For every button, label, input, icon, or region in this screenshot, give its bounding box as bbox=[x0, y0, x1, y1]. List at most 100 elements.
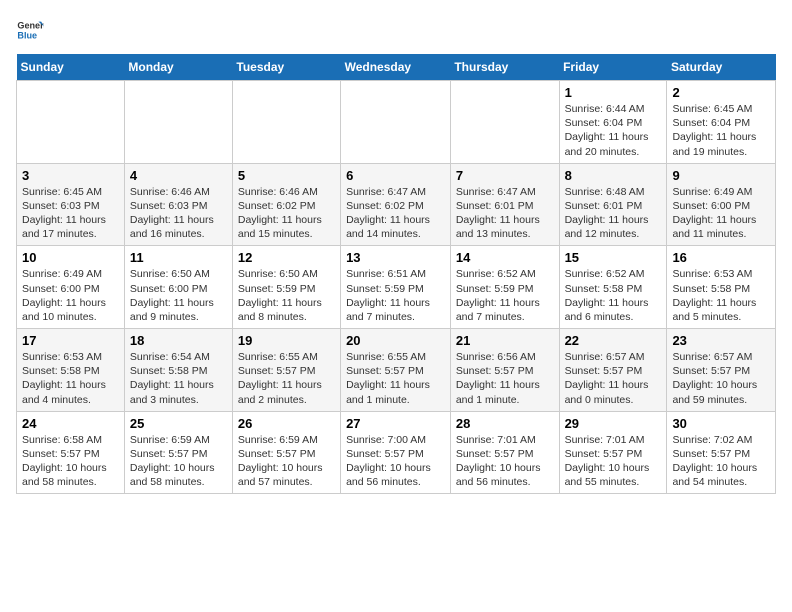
calendar-cell: 12 Sunrise: 6:50 AM Sunset: 5:59 PM Dayli… bbox=[232, 246, 340, 329]
day-number: 12 bbox=[238, 250, 335, 265]
calendar-cell: 18 Sunrise: 6:54 AM Sunset: 5:58 PM Dayli… bbox=[124, 329, 232, 412]
calendar-week-row: 3 Sunrise: 6:45 AM Sunset: 6:03 PM Daylig… bbox=[17, 163, 776, 246]
day-number: 29 bbox=[565, 416, 662, 431]
day-info: Sunrise: 6:51 AM Sunset: 5:59 PM Dayligh… bbox=[346, 267, 445, 324]
calendar-table: SundayMondayTuesdayWednesdayThursdayFrid… bbox=[16, 54, 776, 494]
day-number: 4 bbox=[130, 168, 227, 183]
calendar-cell: 2 Sunrise: 6:45 AM Sunset: 6:04 PM Daylig… bbox=[667, 81, 776, 164]
day-number: 16 bbox=[672, 250, 770, 265]
calendar-cell bbox=[17, 81, 125, 164]
calendar-week-row: 17 Sunrise: 6:53 AM Sunset: 5:58 PM Dayli… bbox=[17, 329, 776, 412]
day-number: 25 bbox=[130, 416, 227, 431]
day-number: 2 bbox=[672, 85, 770, 100]
weekday-header: Saturday bbox=[667, 54, 776, 81]
day-number: 14 bbox=[456, 250, 554, 265]
day-info: Sunrise: 6:47 AM Sunset: 6:02 PM Dayligh… bbox=[346, 185, 445, 242]
calendar-cell: 17 Sunrise: 6:53 AM Sunset: 5:58 PM Dayli… bbox=[17, 329, 125, 412]
calendar-cell: 26 Sunrise: 6:59 AM Sunset: 5:57 PM Dayli… bbox=[232, 411, 340, 494]
calendar-cell: 16Sunrise: 6:53 AM Sunset: 5:58 PM Dayli… bbox=[667, 246, 776, 329]
weekday-header: Tuesday bbox=[232, 54, 340, 81]
calendar-cell: 6 Sunrise: 6:47 AM Sunset: 6:02 PM Daylig… bbox=[341, 163, 451, 246]
calendar-cell: 13Sunrise: 6:51 AM Sunset: 5:59 PM Dayli… bbox=[341, 246, 451, 329]
day-info: Sunrise: 6:46 AM Sunset: 6:03 PM Dayligh… bbox=[130, 185, 227, 242]
day-number: 30 bbox=[672, 416, 770, 431]
page-header: General Blue bbox=[16, 16, 776, 44]
calendar-cell bbox=[450, 81, 559, 164]
calendar-cell: 23 Sunrise: 6:57 AM Sunset: 5:57 PM Dayli… bbox=[667, 329, 776, 412]
calendar-cell: 14 Sunrise: 6:52 AM Sunset: 5:59 PM Dayli… bbox=[450, 246, 559, 329]
weekday-header: Wednesday bbox=[341, 54, 451, 81]
calendar-cell: 15 Sunrise: 6:52 AM Sunset: 5:58 PM Dayli… bbox=[559, 246, 667, 329]
day-info: Sunrise: 6:48 AM Sunset: 6:01 PM Dayligh… bbox=[565, 185, 662, 242]
calendar-cell: 25 Sunrise: 6:59 AM Sunset: 5:57 PM Dayli… bbox=[124, 411, 232, 494]
day-info: Sunrise: 6:55 AM Sunset: 5:57 PM Dayligh… bbox=[346, 350, 445, 407]
day-number: 24 bbox=[22, 416, 119, 431]
day-number: 11 bbox=[130, 250, 227, 265]
logo: General Blue bbox=[16, 16, 44, 44]
calendar-cell bbox=[232, 81, 340, 164]
day-number: 3 bbox=[22, 168, 119, 183]
day-number: 26 bbox=[238, 416, 335, 431]
day-number: 15 bbox=[565, 250, 662, 265]
day-info: Sunrise: 6:54 AM Sunset: 5:58 PM Dayligh… bbox=[130, 350, 227, 407]
calendar-cell: 30 Sunrise: 7:02 AM Sunset: 5:57 PM Dayli… bbox=[667, 411, 776, 494]
calendar-cell: 7 Sunrise: 6:47 AM Sunset: 6:01 PM Daylig… bbox=[450, 163, 559, 246]
calendar-week-row: 1 Sunrise: 6:44 AM Sunset: 6:04 PM Daylig… bbox=[17, 81, 776, 164]
calendar-cell: 29Sunrise: 7:01 AM Sunset: 5:57 PM Dayli… bbox=[559, 411, 667, 494]
day-info: Sunrise: 6:55 AM Sunset: 5:57 PM Dayligh… bbox=[238, 350, 335, 407]
day-info: Sunrise: 7:02 AM Sunset: 5:57 PM Dayligh… bbox=[672, 433, 770, 490]
day-number: 8 bbox=[565, 168, 662, 183]
day-info: Sunrise: 6:50 AM Sunset: 6:00 PM Dayligh… bbox=[130, 267, 227, 324]
day-number: 17 bbox=[22, 333, 119, 348]
calendar-cell: 20Sunrise: 6:55 AM Sunset: 5:57 PM Dayli… bbox=[341, 329, 451, 412]
weekday-header: Thursday bbox=[450, 54, 559, 81]
day-info: Sunrise: 6:57 AM Sunset: 5:57 PM Dayligh… bbox=[672, 350, 770, 407]
day-number: 28 bbox=[456, 416, 554, 431]
day-info: Sunrise: 6:47 AM Sunset: 6:01 PM Dayligh… bbox=[456, 185, 554, 242]
day-info: Sunrise: 6:59 AM Sunset: 5:57 PM Dayligh… bbox=[238, 433, 335, 490]
day-info: Sunrise: 6:44 AM Sunset: 6:04 PM Dayligh… bbox=[565, 102, 662, 159]
day-number: 9 bbox=[672, 168, 770, 183]
day-number: 6 bbox=[346, 168, 445, 183]
calendar-cell: 11 Sunrise: 6:50 AM Sunset: 6:00 PM Dayli… bbox=[124, 246, 232, 329]
day-number: 23 bbox=[672, 333, 770, 348]
day-number: 22 bbox=[565, 333, 662, 348]
day-number: 18 bbox=[130, 333, 227, 348]
day-info: Sunrise: 6:49 AM Sunset: 6:00 PM Dayligh… bbox=[672, 185, 770, 242]
day-number: 21 bbox=[456, 333, 554, 348]
calendar-cell: 9 Sunrise: 6:49 AM Sunset: 6:00 PM Daylig… bbox=[667, 163, 776, 246]
calendar-cell: 5 Sunrise: 6:46 AM Sunset: 6:02 PM Daylig… bbox=[232, 163, 340, 246]
day-info: Sunrise: 6:59 AM Sunset: 5:57 PM Dayligh… bbox=[130, 433, 227, 490]
day-number: 19 bbox=[238, 333, 335, 348]
day-info: Sunrise: 6:46 AM Sunset: 6:02 PM Dayligh… bbox=[238, 185, 335, 242]
calendar-cell bbox=[124, 81, 232, 164]
day-info: Sunrise: 6:49 AM Sunset: 6:00 PM Dayligh… bbox=[22, 267, 119, 324]
day-info: Sunrise: 7:00 AM Sunset: 5:57 PM Dayligh… bbox=[346, 433, 445, 490]
weekday-header: Friday bbox=[559, 54, 667, 81]
calendar-cell bbox=[341, 81, 451, 164]
calendar-cell: 21Sunrise: 6:56 AM Sunset: 5:57 PM Dayli… bbox=[450, 329, 559, 412]
day-number: 1 bbox=[565, 85, 662, 100]
day-number: 5 bbox=[238, 168, 335, 183]
calendar-week-row: 24 Sunrise: 6:58 AM Sunset: 5:57 PM Dayli… bbox=[17, 411, 776, 494]
day-number: 27 bbox=[346, 416, 445, 431]
calendar-header-row: SundayMondayTuesdayWednesdayThursdayFrid… bbox=[17, 54, 776, 81]
svg-text:Blue: Blue bbox=[17, 30, 37, 40]
calendar-cell: 19 Sunrise: 6:55 AM Sunset: 5:57 PM Dayli… bbox=[232, 329, 340, 412]
calendar-cell: 22 Sunrise: 6:57 AM Sunset: 5:57 PM Dayli… bbox=[559, 329, 667, 412]
day-info: Sunrise: 6:58 AM Sunset: 5:57 PM Dayligh… bbox=[22, 433, 119, 490]
day-info: Sunrise: 6:52 AM Sunset: 5:59 PM Dayligh… bbox=[456, 267, 554, 324]
day-info: Sunrise: 6:52 AM Sunset: 5:58 PM Dayligh… bbox=[565, 267, 662, 324]
day-info: Sunrise: 6:45 AM Sunset: 6:04 PM Dayligh… bbox=[672, 102, 770, 159]
weekday-header: Sunday bbox=[17, 54, 125, 81]
calendar-cell: 1 Sunrise: 6:44 AM Sunset: 6:04 PM Daylig… bbox=[559, 81, 667, 164]
calendar-cell: 8 Sunrise: 6:48 AM Sunset: 6:01 PM Daylig… bbox=[559, 163, 667, 246]
day-info: Sunrise: 6:45 AM Sunset: 6:03 PM Dayligh… bbox=[22, 185, 119, 242]
calendar-cell: 10Sunrise: 6:49 AM Sunset: 6:00 PM Dayli… bbox=[17, 246, 125, 329]
day-info: Sunrise: 6:50 AM Sunset: 5:59 PM Dayligh… bbox=[238, 267, 335, 324]
day-info: Sunrise: 6:53 AM Sunset: 5:58 PM Dayligh… bbox=[22, 350, 119, 407]
calendar-week-row: 10Sunrise: 6:49 AM Sunset: 6:00 PM Dayli… bbox=[17, 246, 776, 329]
day-number: 7 bbox=[456, 168, 554, 183]
calendar-cell: 24 Sunrise: 6:58 AM Sunset: 5:57 PM Dayli… bbox=[17, 411, 125, 494]
day-info: Sunrise: 6:57 AM Sunset: 5:57 PM Dayligh… bbox=[565, 350, 662, 407]
